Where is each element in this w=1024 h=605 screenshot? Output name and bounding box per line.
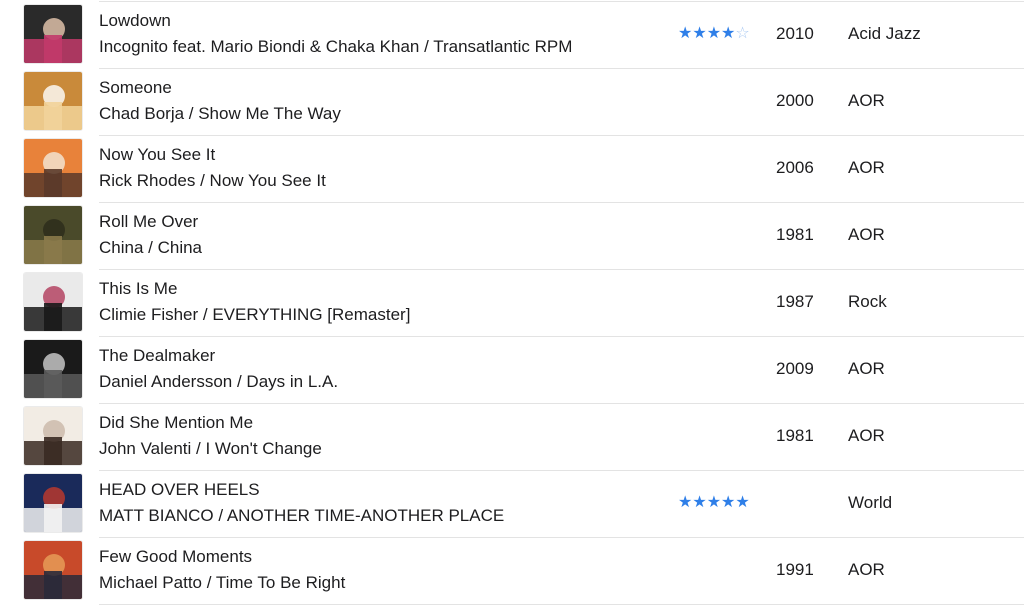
- release-year: 2006: [776, 158, 814, 177]
- artist-album: China / China: [99, 238, 203, 257]
- album-artwork: [24, 474, 82, 532]
- genre: AOR: [848, 158, 885, 177]
- star-filled-icon[interactable]: ★: [692, 494, 706, 511]
- star-empty-icon[interactable]: ☆: [735, 25, 749, 42]
- album-artwork: [24, 407, 82, 465]
- song-row[interactable]: Few Good Moments Michael Patto / Time To …: [0, 536, 1024, 603]
- genre: AOR: [848, 560, 885, 579]
- artist-album: John Valenti / I Won't Change: [99, 439, 322, 458]
- song-row[interactable]: This Is Me Climie Fisher / EVERYTHING [Re…: [0, 268, 1024, 335]
- album-artwork: [24, 5, 82, 63]
- release-year: 2009: [776, 359, 814, 378]
- song-title: The Dealmaker: [99, 346, 216, 365]
- song-title: Someone: [99, 78, 172, 97]
- star-filled-icon[interactable]: ★: [678, 494, 692, 511]
- album-artwork: [24, 340, 82, 398]
- star-rating[interactable]: ★★★★★: [678, 494, 750, 512]
- release-year: 1981: [776, 426, 814, 445]
- genre: Rock: [848, 292, 887, 311]
- album-artwork: [24, 541, 82, 599]
- song-title: This Is Me: [99, 279, 178, 298]
- artist-album: MATT BIANCO / ANOTHER TIME-ANOTHER PLACE: [99, 506, 505, 525]
- artist-album: Climie Fisher / EVERYTHING [Remaster]: [99, 305, 411, 324]
- song-row[interactable]: HEAD OVER HEELS MATT BIANCO / ANOTHER TIM…: [0, 469, 1024, 536]
- genre: AOR: [848, 359, 885, 378]
- star-filled-icon[interactable]: ★: [721, 25, 735, 42]
- song-title: Roll Me Over: [99, 212, 199, 231]
- star-rating[interactable]: ★★★★☆: [678, 25, 750, 43]
- star-filled-icon[interactable]: ★: [707, 25, 721, 42]
- song-list: Lowdown Incognito feat. Mario Biondi & Ch…: [0, 0, 1024, 605]
- release-year: 1991: [776, 560, 814, 579]
- artist-album: Incognito feat. Mario Biondi & Chaka Kha…: [99, 37, 573, 56]
- genre: AOR: [848, 91, 885, 110]
- song-title: Lowdown: [99, 11, 171, 30]
- genre: World: [848, 493, 893, 512]
- star-filled-icon[interactable]: ★: [735, 494, 749, 511]
- artist-album: Rick Rhodes / Now You See It: [99, 171, 326, 190]
- star-filled-icon[interactable]: ★: [707, 494, 721, 511]
- album-artwork: [24, 139, 82, 197]
- song-title: HEAD OVER HEELS: [99, 480, 260, 499]
- artist-album: Daniel Andersson / Days in L.A.: [99, 372, 339, 391]
- genre: AOR: [848, 225, 885, 244]
- album-artwork: [24, 206, 82, 264]
- star-filled-icon[interactable]: ★: [678, 25, 692, 42]
- song-row[interactable]: Someone Chad Borja / Show Me The Way 2000 A…: [0, 67, 1024, 134]
- release-year: 1987: [776, 292, 814, 311]
- song-row[interactable]: Lowdown Incognito feat. Mario Biondi & Ch…: [0, 0, 1024, 67]
- star-filled-icon[interactable]: ★: [692, 25, 706, 42]
- song-row[interactable]: Did She Mention Me John Valenti / I Won't…: [0, 402, 1024, 469]
- song-title: Did She Mention Me: [99, 413, 254, 432]
- song-title: Few Good Moments: [99, 547, 253, 566]
- genre: AOR: [848, 426, 885, 445]
- release-year: 2000: [776, 91, 814, 110]
- artist-album: Michael Patto / Time To Be Right: [99, 573, 346, 592]
- song-row[interactable]: Now You See It Rick Rhodes / Now You See …: [0, 134, 1024, 201]
- release-year: 1981: [776, 225, 814, 244]
- release-year: 2010: [776, 24, 814, 43]
- song-row[interactable]: The Dealmaker Daniel Andersson / Days in …: [0, 335, 1024, 402]
- star-filled-icon[interactable]: ★: [721, 494, 735, 511]
- song-title: Now You See It: [99, 145, 216, 164]
- artist-album: Chad Borja / Show Me The Way: [99, 104, 341, 123]
- album-artwork: [24, 273, 82, 331]
- genre: Acid Jazz: [848, 24, 921, 43]
- song-row[interactable]: Roll Me Over China / China 1981 AOR: [0, 201, 1024, 268]
- album-artwork: [24, 72, 82, 130]
